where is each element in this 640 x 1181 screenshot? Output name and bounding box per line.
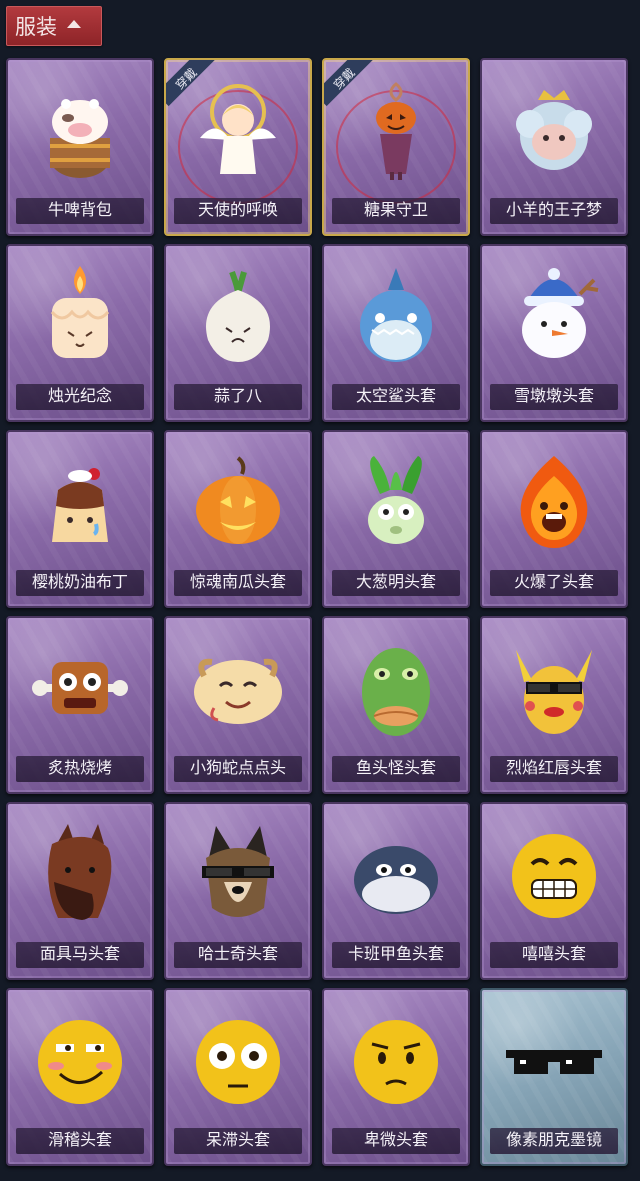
outfit-label: 呆滞头套 xyxy=(174,1128,302,1154)
outfit-card[interactable]: 炙热烧烤 xyxy=(6,616,154,794)
dog-snake-icon xyxy=(194,658,282,724)
pudding-icon xyxy=(52,468,108,542)
outfit-card[interactable]: 像素朋克墨镜 xyxy=(480,988,628,1166)
outfit-card[interactable]: 穿戴 糖果守卫 xyxy=(322,58,470,236)
outfit-label: 小羊的王子梦 xyxy=(490,198,618,224)
outfit-label: 牛啤背包 xyxy=(16,198,144,224)
outfit-card[interactable]: 嘻嘻头套 xyxy=(480,802,628,980)
outfit-label: 嘻嘻头套 xyxy=(490,942,618,968)
outfit-card[interactable]: 呆滞头套 xyxy=(164,988,312,1166)
outfit-card[interactable]: 大葱明头套 xyxy=(322,430,470,608)
sheep-prince-icon xyxy=(516,90,592,170)
outfit-label: 大葱明头套 xyxy=(332,570,460,596)
fish-head-icon xyxy=(362,648,430,736)
pixel-sunglasses-icon xyxy=(506,1050,602,1074)
outfit-card[interactable]: 火爆了头套 xyxy=(480,430,628,608)
bbq-meat-icon xyxy=(32,662,128,714)
pumpkin-guard-icon xyxy=(376,82,416,180)
caret-up-icon xyxy=(67,20,81,28)
outfit-label: 蒜了八 xyxy=(174,384,302,410)
angel-icon xyxy=(200,84,276,174)
outfit-label: 面具马头套 xyxy=(16,942,144,968)
outfit-label: 糖果守卫 xyxy=(332,198,460,224)
outfit-card[interactable]: 樱桃奶油布丁 xyxy=(6,430,154,608)
outfit-label: 烈焰红唇头套 xyxy=(490,756,618,782)
horse-mask-icon xyxy=(48,824,112,920)
outfit-label: 像素朋克墨镜 xyxy=(490,1128,618,1154)
category-tab-clothing[interactable]: 服装 xyxy=(6,6,102,46)
outfit-card[interactable]: 卡班甲鱼头套 xyxy=(322,802,470,980)
snowman-icon xyxy=(522,268,599,358)
outfit-label: 樱桃奶油布丁 xyxy=(16,570,144,596)
outfit-label: 哈士奇头套 xyxy=(174,942,302,968)
outfit-label: 太空鲨头套 xyxy=(332,384,460,410)
outfit-card[interactable]: 小羊的王子梦 xyxy=(480,58,628,236)
outfit-label: 惊魂南瓜头套 xyxy=(174,570,302,596)
item-grid: 牛啤背包 穿戴 天使的呼唤 穿戴 糖果守卫 小羊的王子梦烛光纪念 蒜了八 太空鲨头套 雪墩墩头套… xyxy=(6,58,628,1166)
outfit-label: 炙热烧烤 xyxy=(16,756,144,782)
fireball-icon xyxy=(520,456,588,548)
outfit-card[interactable]: 鱼头怪头套 xyxy=(322,616,470,794)
outfit-label: 烛光纪念 xyxy=(16,384,144,410)
outfit-label: 火爆了头套 xyxy=(490,570,618,596)
outfit-card[interactable]: 滑稽头套 xyxy=(6,988,154,1166)
candle-icon xyxy=(50,266,110,358)
outfit-label: 雪墩墩头套 xyxy=(490,384,618,410)
garlic-icon xyxy=(206,270,270,362)
outfit-card[interactable]: 小狗蛇点点头 xyxy=(164,616,312,794)
red-lips-icon xyxy=(516,650,592,734)
outfit-label: 天使的呼唤 xyxy=(174,198,302,224)
category-title: 服装 xyxy=(15,16,57,39)
outfit-label: 滑稽头套 xyxy=(16,1128,144,1154)
outfit-label: 卡班甲鱼头套 xyxy=(332,942,460,968)
funny-emoji-icon xyxy=(38,1020,122,1104)
scallion-icon xyxy=(368,456,424,544)
outfit-card[interactable]: 卑微头套 xyxy=(322,988,470,1166)
outfit-card[interactable]: 雪墩墩头套 xyxy=(480,244,628,422)
outfit-card[interactable]: 蒜了八 xyxy=(164,244,312,422)
outfit-card[interactable]: 惊魂南瓜头套 xyxy=(164,430,312,608)
outfit-card[interactable]: 烈焰红唇头套 xyxy=(480,616,628,794)
grin-emoji-icon xyxy=(512,834,596,918)
outfit-label: 小狗蛇点点头 xyxy=(174,756,302,782)
outfit-card[interactable]: 太空鲨头套 xyxy=(322,244,470,422)
outfit-card[interactable]: 面具马头套 xyxy=(6,802,154,980)
dazed-emoji-icon xyxy=(196,1020,280,1104)
husky-icon xyxy=(202,826,274,917)
cow-backpack-icon xyxy=(50,99,110,178)
outfit-card[interactable]: 穿戴 天使的呼唤 xyxy=(164,58,312,236)
pumpkin-icon xyxy=(196,456,280,544)
outfit-card[interactable]: 牛啤背包 xyxy=(6,58,154,236)
whale-fish-icon xyxy=(354,846,438,914)
outfit-label: 卑微头套 xyxy=(332,1128,460,1154)
outfit-label: 鱼头怪头套 xyxy=(332,756,460,782)
outfit-card[interactable]: 哈士奇头套 xyxy=(164,802,312,980)
outfit-card[interactable]: 烛光纪念 xyxy=(6,244,154,422)
shark-icon xyxy=(360,268,432,362)
humble-emoji-icon xyxy=(354,1020,438,1104)
